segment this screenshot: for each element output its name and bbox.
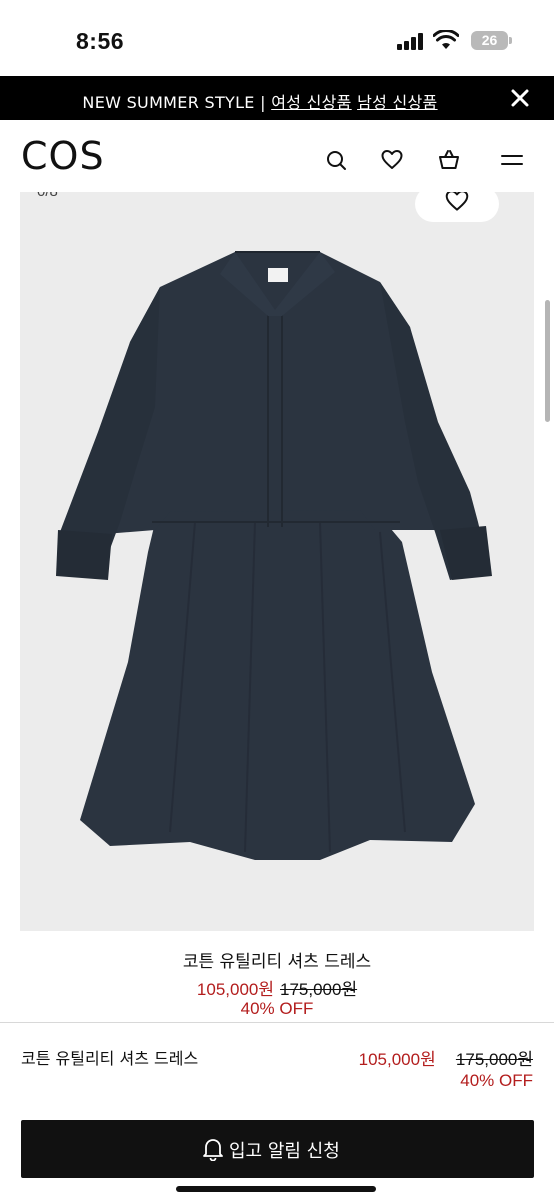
dress-image (56, 251, 492, 860)
promo-link-men[interactable]: 남성 신상품 (357, 93, 438, 112)
sticky-original-price: 175,000원 (455, 1050, 533, 1069)
bell-icon (203, 1139, 223, 1161)
restock-notify-button[interactable]: 입고 알림 신청 (21, 1120, 534, 1178)
home-indicator[interactable] (176, 1186, 376, 1192)
notify-label: 입고 알림 신청 (229, 1141, 340, 1162)
wifi-icon (433, 30, 459, 49)
sticky-discount: 40% OFF (460, 1071, 533, 1090)
promo-banner: NEW SUMMER STYLE | 여성 신상품 남성 신상품 (0, 76, 554, 120)
logo[interactable]: COS (21, 134, 105, 178)
bag-icon[interactable] (437, 148, 461, 172)
heart-icon[interactable] (380, 148, 404, 172)
sticky-product-name: 코튼 유틸리티 셔츠 드레스 (21, 1049, 199, 1068)
site-header: COS (0, 120, 554, 192)
battery-icon: 26 (471, 31, 508, 50)
promo-link-women[interactable]: 여성 신상품 (271, 93, 352, 112)
sale-price: 105,000원 (196, 980, 274, 999)
status-time: 8:56 (76, 28, 125, 54)
discount-badge: 40% OFF (240, 999, 314, 1018)
sticky-sale-price: 105,000원 (358, 1050, 436, 1069)
promo-prefix: NEW SUMMER STYLE | (82, 93, 272, 112)
product-prices: 105,000원 175,000원 (0, 975, 554, 1000)
status-bar: 8:56 26 (0, 0, 554, 76)
menu-icon[interactable] (500, 148, 524, 172)
scrollbar[interactable] (545, 300, 550, 422)
wishlist-button[interactable] (415, 192, 499, 222)
sticky-prices: 105,000원 175,000원 (359, 1045, 533, 1070)
original-price: 175,000원 (280, 980, 358, 999)
heart-icon[interactable] (444, 192, 470, 214)
search-icon[interactable] (324, 148, 348, 172)
close-icon[interactable] (508, 86, 532, 110)
signal-icon (397, 33, 425, 50)
product-image[interactable]: 0/8 (20, 192, 534, 931)
product-name: 코튼 유틸리티 셔츠 드레스 (182, 952, 372, 972)
sticky-purchase-bar: 코튼 유틸리티 셔츠 드레스 105,000원 175,000원 40% OFF… (0, 1022, 554, 1200)
image-counter: 0/8 (37, 192, 58, 200)
